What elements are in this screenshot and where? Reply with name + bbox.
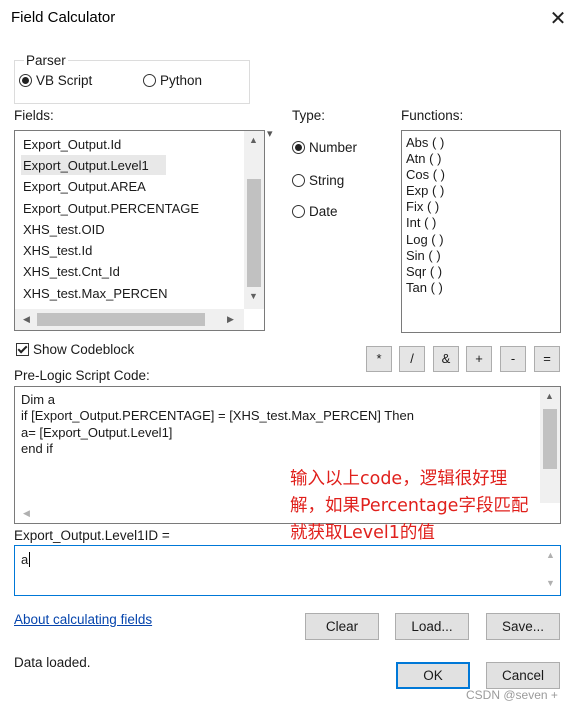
text-cursor bbox=[29, 552, 30, 567]
expression-scrollbar[interactable]: ▲ ▼ bbox=[542, 546, 560, 595]
expression-label: Export_Output.Level1ID = bbox=[14, 528, 170, 543]
scroll-up-icon[interactable]: ▲ bbox=[542, 550, 559, 560]
annotation-line: 输入以上code，逻辑很好理 bbox=[290, 469, 508, 489]
field-item[interactable]: XHS_test.Max_PERCEN bbox=[23, 286, 168, 301]
plus-operator-button[interactable]: + bbox=[466, 346, 492, 372]
function-item[interactable]: Fix ( ) bbox=[406, 199, 439, 214]
multiply-operator-button[interactable]: * bbox=[366, 346, 392, 372]
parser-label: Parser bbox=[24, 53, 68, 68]
scroll-down-icon[interactable]: ▼ bbox=[245, 291, 262, 301]
minus-operator-button[interactable]: - bbox=[500, 346, 526, 372]
watermark: CSDN @seven + bbox=[466, 688, 558, 702]
window-title: Field Calculator bbox=[11, 9, 116, 26]
type-date-radio[interactable]: Date bbox=[292, 204, 338, 219]
parser-vbscript-radio[interactable]: VB Script bbox=[19, 73, 92, 88]
radio-empty-icon bbox=[292, 205, 305, 218]
clear-button[interactable]: Clear bbox=[305, 613, 379, 640]
field-item[interactable]: XHS_test.OID bbox=[23, 222, 105, 237]
scroll-left-icon[interactable]: ◀ bbox=[18, 314, 35, 325]
scroll-up-icon[interactable]: ▲ bbox=[541, 391, 558, 401]
functions-label: Functions: bbox=[401, 108, 464, 123]
code-line: a= [Export_Output.Level1] bbox=[21, 425, 173, 440]
radio-selected-icon bbox=[19, 74, 32, 87]
annotation-line: 就获取Level1的值 bbox=[290, 523, 435, 543]
checkbox-checked-icon bbox=[16, 343, 29, 356]
vbscript-label: VB Script bbox=[36, 73, 93, 88]
fields-label: Fields: bbox=[14, 108, 54, 123]
expression-textarea[interactable]: a ▲ ▼ bbox=[14, 545, 561, 596]
function-item[interactable]: Sqr ( ) bbox=[406, 264, 442, 279]
field-item[interactable]: XHS_test.Cnt_Id bbox=[23, 264, 120, 279]
function-item[interactable]: Atn ( ) bbox=[406, 151, 441, 166]
type-number-radio[interactable]: Number bbox=[292, 140, 357, 155]
scroll-left-icon[interactable]: ◀ bbox=[18, 508, 35, 519]
radio-empty-icon bbox=[292, 174, 305, 187]
fields-horizontal-scrollbar[interactable]: ◀ ▶ bbox=[15, 309, 244, 330]
function-item[interactable]: Exp ( ) bbox=[406, 183, 444, 198]
function-item[interactable]: Sin ( ) bbox=[406, 248, 441, 263]
show-codeblock-checkbox[interactable]: Show Codeblock bbox=[16, 342, 134, 357]
function-item[interactable]: Log ( ) bbox=[406, 232, 444, 247]
scroll-up-icon[interactable]: ▲ bbox=[245, 135, 262, 145]
function-item[interactable]: Int ( ) bbox=[406, 215, 436, 230]
code-vertical-scrollbar[interactable]: ▲ bbox=[540, 387, 560, 503]
divide-operator-button[interactable]: / bbox=[399, 346, 425, 372]
scroll-right-icon[interactable]: ▶ bbox=[222, 314, 239, 325]
type-number-label: Number bbox=[309, 140, 358, 155]
radio-empty-icon bbox=[143, 74, 156, 87]
show-codeblock-label: Show Codeblock bbox=[33, 342, 135, 357]
scroll-down-icon[interactable]: ▼ bbox=[542, 578, 559, 588]
field-item[interactable]: Export_Output.Id bbox=[23, 137, 121, 152]
type-string-radio[interactable]: String bbox=[292, 173, 344, 188]
fields-vertical-scrollbar[interactable]: ▲ ▼ bbox=[244, 131, 264, 309]
type-date-label: Date bbox=[309, 204, 338, 219]
about-calculating-fields-link[interactable]: About calculating fields bbox=[14, 612, 152, 627]
function-item[interactable]: Tan ( ) bbox=[406, 280, 443, 295]
status-text: Data loaded. bbox=[14, 655, 91, 670]
ok-button[interactable]: OK bbox=[396, 662, 470, 689]
annotation-text: 输入以上code，逻辑很好理 解，如果Percentage字段匹配 就获取Lev… bbox=[290, 466, 528, 547]
field-item[interactable]: Export_Output.Level1 bbox=[23, 158, 149, 173]
code-line: Dim a bbox=[21, 392, 55, 407]
equals-operator-button[interactable]: = bbox=[534, 346, 560, 372]
code-line: end if bbox=[21, 441, 53, 456]
field-item[interactable]: Export_Output.PERCENTAGE bbox=[23, 201, 199, 216]
field-item[interactable]: XHS_test.Id bbox=[23, 243, 92, 258]
pre-logic-label: Pre-Logic Script Code: bbox=[14, 368, 150, 383]
concatenate-operator-button[interactable]: & bbox=[433, 346, 459, 372]
python-label: Python bbox=[160, 73, 203, 88]
function-item[interactable]: Abs ( ) bbox=[406, 135, 444, 150]
annotation-line: 解，如果Percentage字段匹配 bbox=[290, 496, 529, 516]
scroll-thumb[interactable] bbox=[247, 179, 261, 287]
dropdown-icon[interactable]: ▾ bbox=[267, 127, 273, 140]
radio-selected-icon bbox=[292, 141, 305, 154]
code-line: if [Export_Output.PERCENTAGE] = [XHS_tes… bbox=[21, 408, 414, 423]
fields-listbox[interactable]: Export_Output.Id Export_Output.Level1 Ex… bbox=[14, 130, 265, 331]
scroll-thumb[interactable] bbox=[543, 409, 557, 469]
function-item[interactable]: Cos ( ) bbox=[406, 167, 445, 182]
type-string-label: String bbox=[309, 173, 345, 188]
type-label: Type: bbox=[292, 108, 326, 123]
close-icon[interactable]: ✕ bbox=[544, 5, 572, 33]
field-item[interactable]: Export_Output.AREA bbox=[23, 179, 146, 194]
scroll-thumb[interactable] bbox=[37, 313, 205, 326]
cancel-button[interactable]: Cancel bbox=[486, 662, 560, 689]
parser-python-radio[interactable]: Python bbox=[143, 73, 202, 88]
expression-value: a bbox=[21, 552, 29, 567]
save-button[interactable]: Save... bbox=[486, 613, 560, 640]
functions-listbox[interactable]: Abs ( ) Atn ( ) Cos ( ) Exp ( ) Fix ( ) … bbox=[401, 130, 561, 333]
load-button[interactable]: Load... bbox=[395, 613, 469, 640]
